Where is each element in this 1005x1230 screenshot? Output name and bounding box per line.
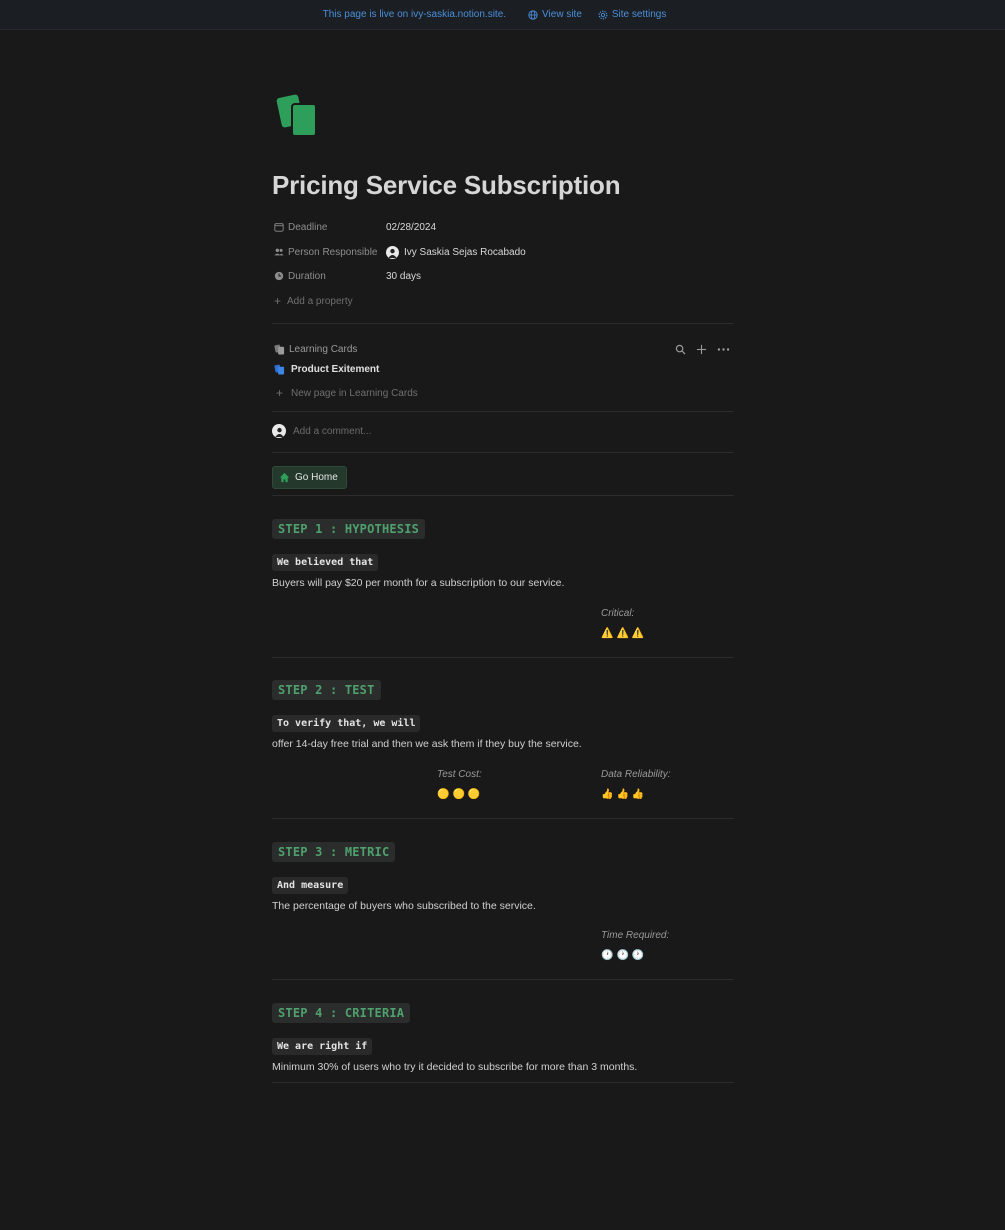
database-title[interactable]: Learning Cards <box>274 344 357 355</box>
person-name: Ivy Saskia Sejas Rocabado <box>404 246 526 258</box>
cards-icon <box>274 344 285 355</box>
site-settings-link[interactable]: Site settings <box>598 9 666 20</box>
property-value[interactable]: Ivy Saskia Sejas Rocabado <box>386 245 526 259</box>
avatar <box>272 424 286 438</box>
people-icon <box>274 248 284 256</box>
divider <box>272 1082 734 1083</box>
site-live-banner: This page is live on ivy-saskia.notion.s… <box>0 0 1005 30</box>
divider <box>272 323 734 324</box>
critical-rating: ⚠️⚠️⚠️ <box>601 628 648 639</box>
property-name: Person Responsible <box>274 247 386 258</box>
database-title-label: Learning Cards <box>289 343 358 355</box>
divider <box>272 818 734 819</box>
step-3-text: The percentage of buyers who subscribed … <box>272 900 536 912</box>
step-2-label: To verify that, we will <box>272 715 421 732</box>
step-3-heading: STEP 3 : METRIC <box>272 842 396 862</box>
property-label: Duration <box>288 270 326 282</box>
cards-icon <box>274 364 285 375</box>
avatar <box>386 245 399 259</box>
add-icon[interactable] <box>696 344 707 355</box>
test-cost-label: Test Cost: <box>437 769 482 780</box>
data-reliability-rating: 👍👍👍 <box>601 789 648 800</box>
property-duration[interactable]: Duration 30 days <box>274 268 734 284</box>
site-live-text[interactable]: This page is live on ivy-saskia.notion.s… <box>323 9 506 20</box>
step-3-label: And measure <box>272 877 349 894</box>
comment-input[interactable]: Add a comment... <box>293 426 371 437</box>
more-options-icon[interactable] <box>717 344 730 355</box>
search-icon[interactable] <box>675 344 686 355</box>
step-1-heading: STEP 1 : HYPOTHESIS <box>272 519 426 539</box>
globe-icon <box>528 9 538 20</box>
divider <box>272 452 734 453</box>
person-avatar-icon <box>388 248 397 258</box>
database-item-label: Product Exitement <box>291 364 380 375</box>
go-home-button[interactable]: Go Home <box>272 466 347 489</box>
property-name: Deadline <box>274 222 386 233</box>
database-toolbar <box>675 344 730 355</box>
view-site-link[interactable]: View site <box>528 9 582 20</box>
calendar-icon <box>274 223 284 232</box>
comment-row[interactable]: Add a comment... <box>272 424 371 438</box>
add-property-button[interactable]: + Add a property <box>274 293 734 309</box>
person-avatar-icon <box>274 427 284 437</box>
divider <box>272 411 734 412</box>
step-1-text: Buyers will pay $20 per month for a subs… <box>272 577 565 589</box>
add-property-label: Add a property <box>287 295 353 307</box>
database-header: Learning Cards <box>274 341 730 357</box>
property-value[interactable]: 02/28/2024 <box>386 222 436 233</box>
view-site-label: View site <box>542 9 582 20</box>
step-4-label: We are right if <box>272 1038 373 1055</box>
critical-label: Critical: <box>601 608 635 619</box>
property-label: Person Responsible <box>288 246 378 258</box>
divider <box>272 979 734 980</box>
go-home-label: Go Home <box>295 472 338 483</box>
property-person-responsible[interactable]: Person Responsible Ivy Saskia Sejas Roca… <box>274 244 734 260</box>
time-required-label: Time Required: <box>601 930 670 941</box>
cards-icon[interactable] <box>276 94 322 140</box>
step-4-heading: STEP 4 : CRITERIA <box>272 1003 411 1023</box>
new-page-label: New page in Learning Cards <box>291 387 418 399</box>
property-deadline[interactable]: Deadline 02/28/2024 <box>274 219 734 235</box>
test-cost-rating: 🟡🟡🟡 <box>437 789 484 800</box>
plus-icon: + <box>276 386 284 400</box>
new-page-button[interactable]: + New page in Learning Cards <box>276 386 418 400</box>
step-1-label: We believed that <box>272 554 379 571</box>
home-icon <box>279 472 290 483</box>
step-4-text: Minimum 30% of users who try it decided … <box>272 1061 638 1073</box>
database-item[interactable]: Product Exitement <box>274 364 379 375</box>
step-2-heading: STEP 2 : TEST <box>272 680 381 700</box>
property-value[interactable]: 30 days <box>386 271 421 282</box>
divider <box>272 657 734 658</box>
data-reliability-label: Data Reliability: <box>601 769 671 780</box>
page-title[interactable]: Pricing Service Subscription <box>272 170 621 201</box>
property-label: Deadline <box>288 221 328 233</box>
property-name: Duration <box>274 271 386 282</box>
step-2-text: offer 14-day free trial and then we ask … <box>272 738 582 750</box>
gear-icon <box>598 10 608 19</box>
site-settings-label: Site settings <box>611 9 667 20</box>
plus-icon: + <box>274 294 282 308</box>
clock-icon <box>274 271 284 281</box>
divider <box>272 495 734 496</box>
time-required-rating: 🕐🕐🕐 <box>601 950 648 961</box>
